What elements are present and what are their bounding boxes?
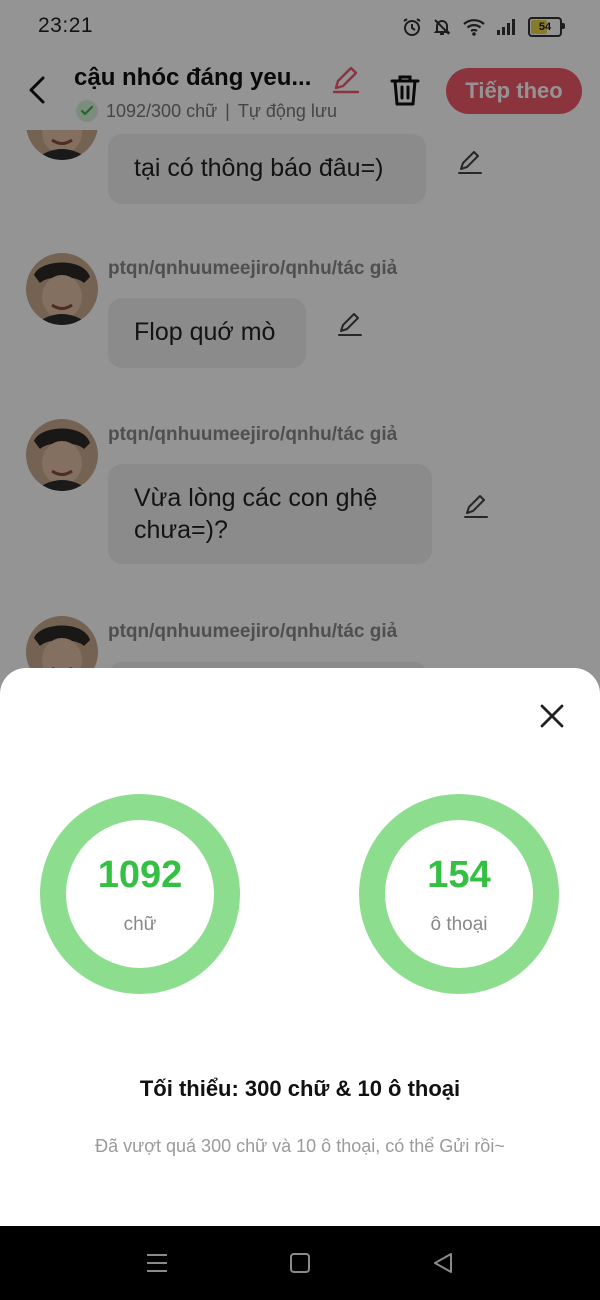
word-count-value: 1092 [97, 854, 183, 896]
menu-icon [147, 1254, 167, 1272]
dialogue-count-value: 154 [427, 854, 491, 896]
dialogue-count-unit: ô thoại [430, 914, 488, 935]
requirement-text: Tối thiểu: 300 chữ & 10 ô thoại [139, 1076, 461, 1101]
close-icon [540, 704, 564, 728]
requirement-note: Đã vượt quá 300 chữ và 10 ô thoại, có th… [95, 1136, 505, 1156]
word-count-unit: chữ [123, 914, 157, 935]
dialogue-count-ring: 154 ô thoại [359, 794, 559, 994]
home-button[interactable] [287, 1250, 313, 1276]
nav-back-button[interactable] [430, 1250, 456, 1276]
system-nav-bar [0, 1226, 600, 1300]
back-triangle-icon [434, 1253, 452, 1273]
menu-button[interactable] [144, 1250, 170, 1276]
home-icon [290, 1253, 310, 1273]
stats-sheet: 1092 chữ 154 ô thoại Tối thiểu: 300 chữ … [0, 668, 600, 1226]
close-button[interactable] [536, 700, 568, 732]
word-count-ring: 1092 chữ [40, 794, 240, 994]
app-screen: 23:21 54 cậu nhóc đáng yeu... 1092/300 c… [0, 0, 600, 1300]
